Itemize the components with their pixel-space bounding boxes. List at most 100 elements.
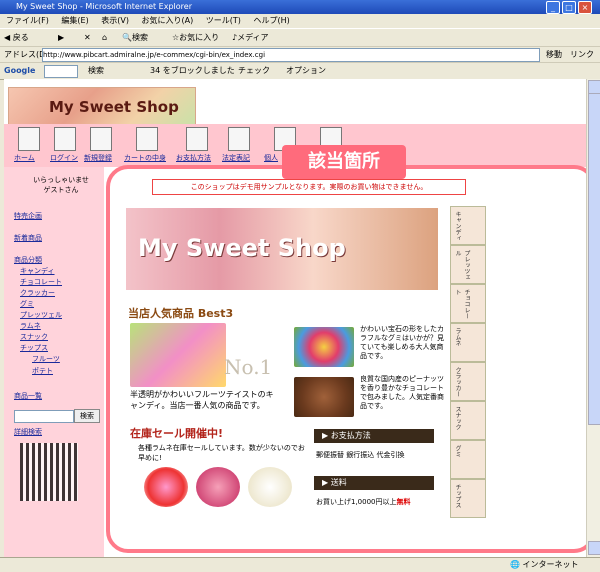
ramune-image-1[interactable] <box>144 467 188 507</box>
item1-desc: 半透明がかわいいフルーツテイストのキャンディ。当店一番人気の商品です。 <box>130 390 274 410</box>
category-tile-chips[interactable]: チップス <box>450 479 486 518</box>
sidebar-search-button[interactable]: 検索 <box>74 409 100 423</box>
favorites-button[interactable]: ☆お気に入り <box>172 29 219 47</box>
category-tile-gummy[interactable]: グミ <box>450 440 486 479</box>
scroll-down-button[interactable] <box>588 541 600 555</box>
category-label: プレッツェル <box>454 250 470 280</box>
sidebar-link-ramune[interactable]: ラムネ <box>20 321 41 331</box>
sidebar-link-gummy[interactable]: グミ <box>20 299 34 309</box>
scroll-up-button[interactable] <box>588 80 600 94</box>
payment-nav-icon[interactable] <box>186 127 208 151</box>
category-label: ラムネ <box>454 328 461 346</box>
qr-code <box>20 443 78 501</box>
category-tile-cracker[interactable]: クラッカー <box>450 362 486 401</box>
sidebar-link-cracker[interactable]: クラッカー <box>20 288 55 298</box>
sidebar-link-snack[interactable]: スナック <box>20 332 48 342</box>
spell-check-button[interactable]: チェック <box>238 63 270 79</box>
page-content: My Sweet Shop ホーム ログイン 新規登録 カートの中身 お支払方法… <box>4 79 586 557</box>
ramune-image-2[interactable] <box>196 467 240 507</box>
nav-cart[interactable]: カートの中身 <box>124 153 166 163</box>
window-titlebar: My Sweet Shop - Microsoft Internet Explo… <box>0 0 600 14</box>
nav-legal[interactable]: 法定表記 <box>222 153 250 163</box>
category-tile-snack[interactable]: スナック <box>450 401 486 440</box>
sidebar-search-input[interactable] <box>14 410 74 423</box>
sidebar-link-categories[interactable]: 商品分類 <box>14 255 42 265</box>
category-label: クラッカー <box>454 367 461 397</box>
close-button[interactable]: × <box>578 1 592 14</box>
menu-edit[interactable]: 編集(E) <box>61 16 88 25</box>
login-nav-icon[interactable] <box>54 127 76 151</box>
scroll-thumb[interactable] <box>588 93 600 425</box>
register-nav-icon[interactable] <box>90 127 112 151</box>
best3-title: 当店人気商品 Best3 <box>128 307 234 320</box>
google-search-input[interactable] <box>44 65 78 78</box>
nav-home[interactable]: ホーム <box>14 153 35 163</box>
sidebar-link-sale[interactable]: 特売企画 <box>14 211 42 221</box>
status-zone-label: インターネット <box>522 560 579 569</box>
search-button[interactable]: 🔍検索 <box>122 29 148 47</box>
sidebar-link-fruits[interactable]: フルーツ <box>32 354 60 364</box>
popup-blocked-label[interactable]: 34 をブロックしました <box>150 63 235 79</box>
category-tile-candy[interactable]: キャンディ <box>450 206 486 245</box>
sidebar-link-advanced-search[interactable]: 詳細検索 <box>14 427 42 437</box>
minimize-button[interactable]: _ <box>546 1 560 14</box>
category-label: スナック <box>454 406 461 430</box>
sidebar-link-new[interactable]: 新着商品 <box>14 233 42 243</box>
site-logo[interactable]: My Sweet Shop <box>8 87 196 127</box>
address-input[interactable]: http://www.pibcart.admiralne.jp/e-commex… <box>42 48 540 62</box>
shipping-title: 送料 <box>330 478 347 487</box>
forward-button[interactable]: ▶ <box>58 29 64 47</box>
home-nav-icon[interactable] <box>18 127 40 151</box>
sidebar-link-chips[interactable]: チップス <box>20 343 48 353</box>
legal-nav-icon[interactable] <box>228 127 250 151</box>
google-search-button[interactable]: 検索 <box>88 63 104 79</box>
category-tile-ramune[interactable]: ラムネ <box>450 323 486 362</box>
payment-desc: 郵便振替 銀行振込 代金引換 <box>316 451 405 459</box>
sidebar-link-candy[interactable]: キャンディ <box>20 266 55 276</box>
nav-privacy[interactable]: 個人 <box>264 153 278 163</box>
go-button[interactable]: 移動 <box>546 47 562 63</box>
links-label[interactable]: リンク <box>570 47 594 63</box>
home-icon[interactable]: ⌂ <box>102 29 107 47</box>
welcome-line-2: ゲストさん <box>43 186 79 194</box>
shipping-desc: お買い上げ1,0000円以上無料 <box>316 497 411 507</box>
nav-register[interactable]: 新規登録 <box>84 153 112 163</box>
menu-file[interactable]: ファイル(F) <box>6 16 49 25</box>
media-label: メディア <box>237 33 269 42</box>
category-tile-pretzel[interactable]: プレッツェル <box>450 245 486 284</box>
rank-no1: No.1 <box>224 355 273 379</box>
sidebar-link-chocolate[interactable]: チョコレート <box>20 277 62 287</box>
chocolate-product-image[interactable] <box>294 377 354 417</box>
sale-title: 在庫セール開催中! <box>130 427 224 440</box>
nav-login[interactable]: ログイン <box>50 153 78 163</box>
back-button[interactable]: ◀ 戻る <box>4 29 29 47</box>
cart-nav-icon[interactable] <box>136 127 158 151</box>
back-label: 戻る <box>12 33 29 42</box>
sidebar-link-pretzel[interactable]: プレッツェル <box>20 310 62 320</box>
category-tile-chocolate[interactable]: チョコレート <box>450 284 486 323</box>
ramune-image-3[interactable] <box>248 467 292 507</box>
menu-view[interactable]: 表示(V) <box>101 16 129 25</box>
menu-favorites[interactable]: お気に入り(A) <box>142 16 194 25</box>
nav-payment[interactable]: お支払方法 <box>176 153 211 163</box>
candy-product-image[interactable] <box>130 323 226 387</box>
stop-icon[interactable]: ✕ <box>84 29 91 47</box>
category-label: チップス <box>454 484 461 508</box>
gummy-product-image[interactable] <box>294 327 354 367</box>
maximize-button[interactable]: □ <box>562 1 576 14</box>
menu-tools[interactable]: ツール(T) <box>206 16 241 25</box>
vertical-scrollbar[interactable] <box>586 79 600 557</box>
menu-help[interactable]: ヘルプ(H) <box>253 16 289 25</box>
sidebar-link-potato[interactable]: ポテト <box>32 366 53 376</box>
options-button[interactable]: オプション <box>286 63 326 79</box>
media-button[interactable]: ♪メディア <box>232 29 269 47</box>
address-bar: アドレス(D) http://www.pibcart.admiralne.jp/… <box>0 46 600 63</box>
status-zone: 🌐 インターネット <box>510 560 579 569</box>
banner-title: My Sweet Shop <box>138 234 346 262</box>
sidebar-link-all-products[interactable]: 商品一覧 <box>14 391 42 401</box>
payment-header: ▶ お支払方法 <box>314 429 434 443</box>
search-label: 検索 <box>131 33 148 42</box>
welcome-box: いらっしゃいませ ゲストさん <box>28 175 94 195</box>
welcome-line-1: いらっしゃいませ <box>33 176 89 184</box>
category-label: キャンディ <box>454 211 461 241</box>
